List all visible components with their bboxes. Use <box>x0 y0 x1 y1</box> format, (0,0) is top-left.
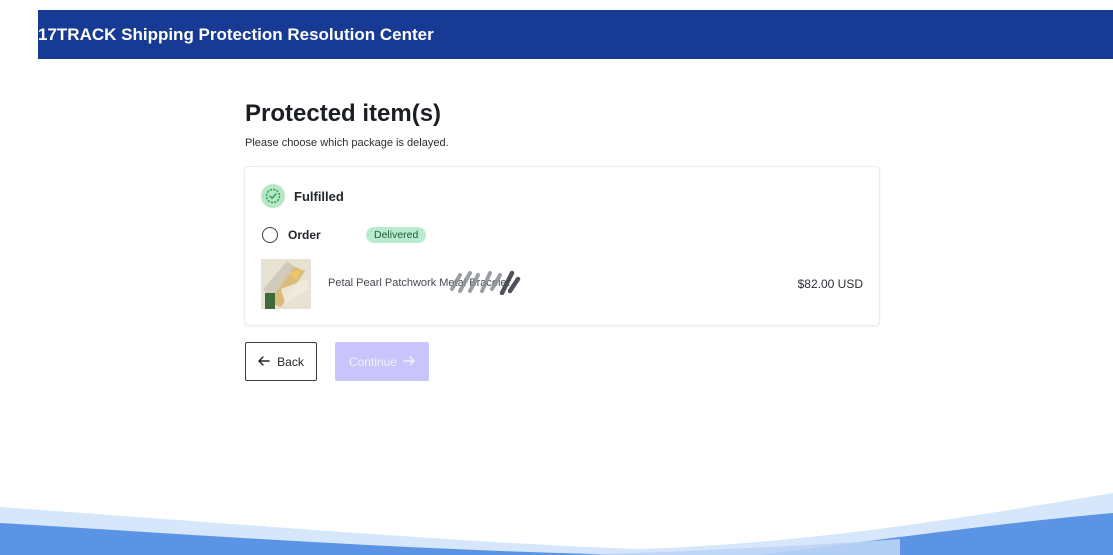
continue-button[interactable]: Continue <box>335 342 429 381</box>
delivered-badge: Delivered <box>366 227 427 243</box>
shipment-card: Fulfilled Order Delivered Petal Pearl Pa… <box>245 167 879 325</box>
page-subtitle: Please choose which package is delayed. <box>245 137 449 149</box>
fulfillment-status: Fulfilled <box>261 184 344 208</box>
arrow-right-icon <box>403 355 415 369</box>
product-image <box>261 259 311 309</box>
item-price: $82.00 USD <box>797 277 863 291</box>
order-option[interactable]: Order Delivered <box>262 227 427 243</box>
order-radio[interactable] <box>262 227 278 243</box>
top-strip <box>0 0 1113 10</box>
order-label: Order <box>288 228 321 242</box>
back-label: Back <box>277 354 304 369</box>
app-header: 17TRACK Shipping Protection Resolution C… <box>38 10 1113 59</box>
check-badge-icon <box>261 184 285 208</box>
decorative-wave <box>0 493 1113 555</box>
arrow-left-icon <box>258 355 270 369</box>
item-row: Petal Pearl Patchwork Metal Bracelet $82… <box>261 259 863 309</box>
page-title: Protected item(s) <box>245 100 442 127</box>
continue-label: Continue <box>348 354 398 369</box>
back-button[interactable]: Back <box>245 342 317 381</box>
status-label: Fulfilled <box>294 188 344 204</box>
redaction-scribble <box>450 270 521 295</box>
app-title: 17TRACK Shipping Protection Resolution C… <box>38 25 434 44</box>
